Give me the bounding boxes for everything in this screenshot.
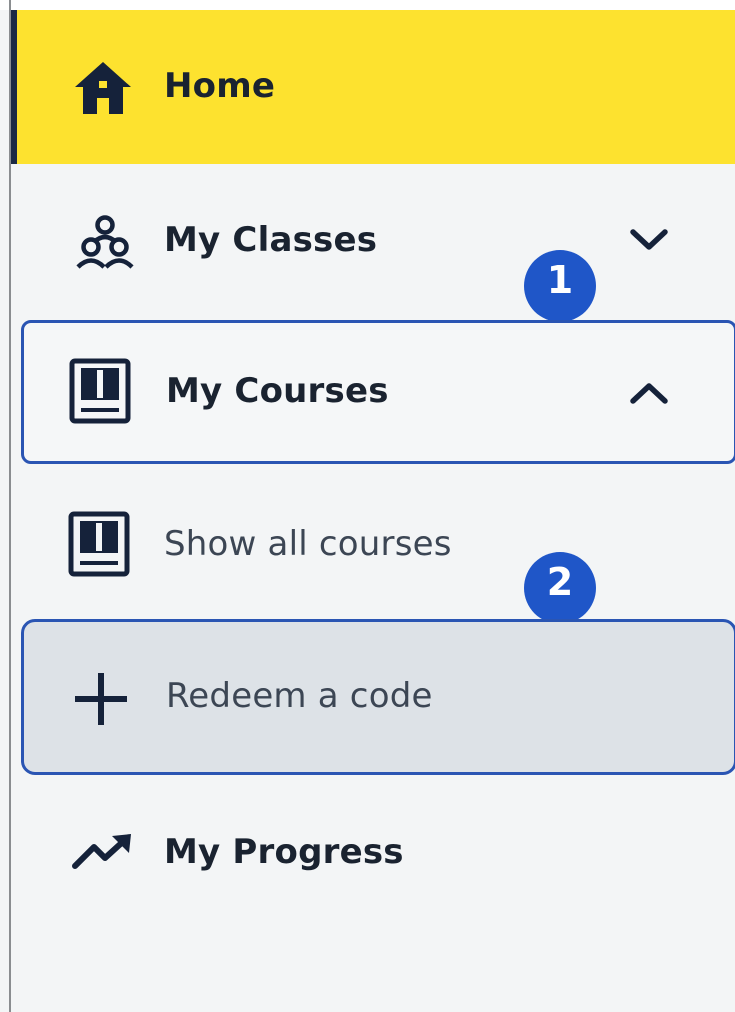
book-icon: [68, 357, 132, 425]
sidebar-navigation: Home My Classes 1 My Courses Show all co…: [0, 0, 735, 1012]
nav-subitem-show-all-courses-label: Show all courses: [164, 524, 452, 564]
nav-item-my-progress-label: My Progress: [164, 832, 404, 872]
chevron-down-icon[interactable]: [624, 222, 674, 258]
plus-icon: [70, 668, 132, 730]
trend-up-icon: [71, 830, 135, 874]
group-users-icon: [73, 214, 137, 270]
annotation-marker-number: 2: [546, 560, 574, 604]
active-indicator: [11, 10, 17, 164]
chevron-up-icon[interactable]: [624, 375, 674, 411]
nav-subitem-show-all-courses[interactable]: Show all courses: [11, 466, 735, 616]
annotation-marker-number: 1: [546, 258, 574, 302]
nav-item-my-classes[interactable]: My Classes: [11, 164, 735, 318]
home-icon: [71, 58, 135, 118]
nav-item-my-courses[interactable]: My Courses: [21, 320, 735, 464]
nav-item-home[interactable]: Home: [11, 10, 735, 164]
nav-item-my-courses-label: My Courses: [166, 371, 389, 411]
nav-item-my-classes-label: My Classes: [164, 220, 378, 260]
nav-subitem-redeem-code[interactable]: Redeem a code: [21, 619, 735, 775]
nav-item-home-label: Home: [164, 66, 276, 106]
nav-item-my-progress[interactable]: My Progress: [11, 776, 735, 926]
book-icon: [67, 510, 131, 578]
nav-subitem-redeem-code-label: Redeem a code: [166, 676, 433, 716]
